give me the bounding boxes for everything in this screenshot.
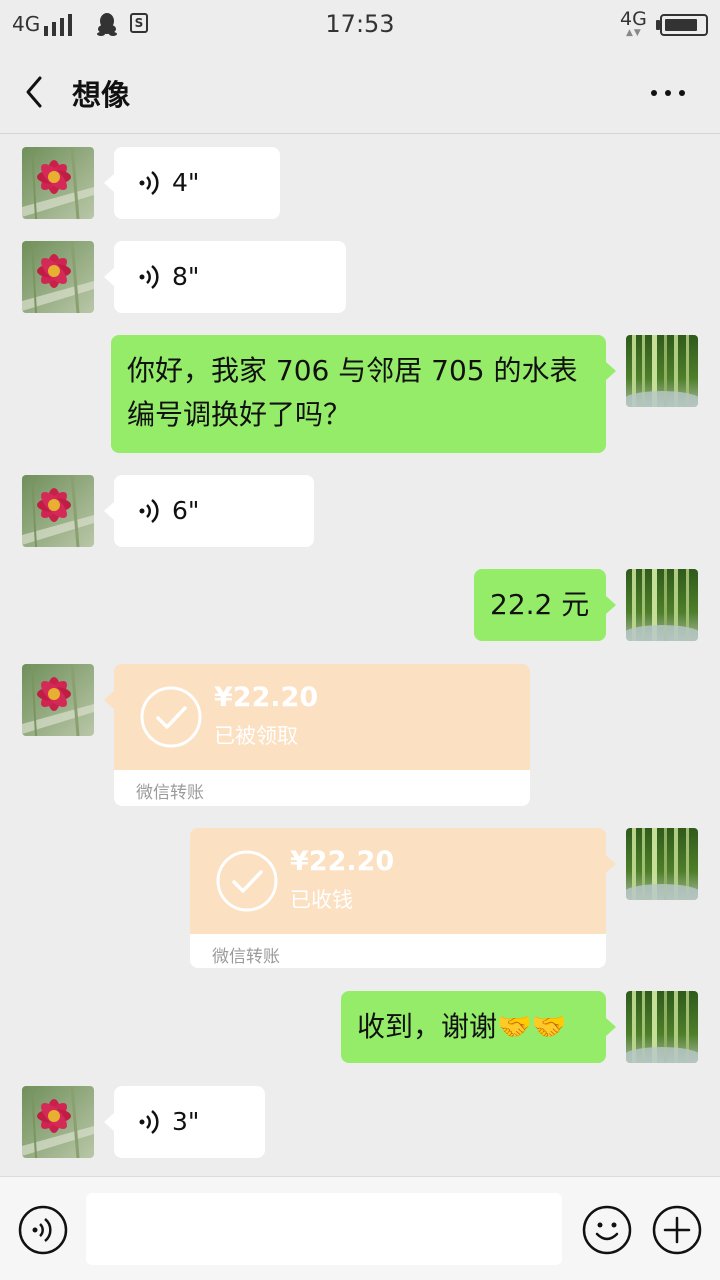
contact-avatar[interactable]: [22, 475, 94, 547]
chevron-left-icon[interactable]: [18, 72, 54, 112]
message-input[interactable]: [86, 1193, 562, 1265]
status-bar: 4G S 17:53 4G ▲▼: [0, 0, 720, 52]
clock: 17:53: [325, 10, 395, 38]
voice-toggle-icon[interactable]: [18, 1205, 68, 1255]
voice-duration: 3": [172, 1107, 200, 1136]
voice-duration: 8": [172, 262, 200, 291]
contact-avatar[interactable]: [22, 664, 94, 736]
more-dots-icon[interactable]: [646, 76, 690, 110]
text-message[interactable]: 22.2 元: [474, 569, 606, 641]
chat-header: 想像: [0, 52, 720, 134]
message-text: 你好，我家 706 与邻居 705 的水表编号调换好了吗？: [127, 354, 578, 431]
voice-wave-icon: [139, 265, 159, 289]
voice-wave-icon: [139, 499, 159, 523]
transfer-status: 已收钱: [290, 888, 353, 912]
text-message[interactable]: 你好，我家 706 与邻居 705 的水表编号调换好了吗？: [111, 335, 606, 453]
contact-avatar[interactable]: [22, 1086, 94, 1158]
battery-level: [665, 19, 697, 31]
text-message[interactable]: 收到，谢谢🤝🤝: [341, 991, 606, 1063]
chat-title: 想像: [72, 78, 131, 112]
check-circle-icon: [216, 850, 278, 912]
voice-message[interactable]: 8": [114, 241, 346, 313]
emoji-icon[interactable]: [582, 1205, 632, 1255]
voice-wave-icon: [139, 1110, 159, 1134]
voice-message[interactable]: 6": [114, 475, 314, 547]
transfer-card[interactable]: ¥22.20 已被领取 微信转账: [114, 664, 530, 806]
plus-icon[interactable]: [652, 1205, 702, 1255]
battery-icon: [660, 14, 708, 36]
voice-wave-icon: [139, 171, 159, 195]
voice-duration: 4": [172, 168, 200, 197]
transfer-amount: ¥22.20: [290, 846, 395, 877]
self-avatar[interactable]: [626, 335, 698, 407]
transfer-amount: ¥22.20: [214, 682, 319, 713]
transfer-label: 微信转账: [136, 783, 204, 803]
contact-avatar[interactable]: [22, 241, 94, 313]
voice-message[interactable]: 4": [114, 147, 280, 219]
voice-message[interactable]: 3": [114, 1086, 265, 1158]
data-arrows-icon: ▲▼: [626, 28, 642, 38]
transfer-card[interactable]: ¥22.20 已收钱 微信转账: [190, 828, 606, 968]
voice-duration: 6": [172, 496, 200, 525]
message-text: 22.2 元: [490, 588, 590, 621]
transfer-status: 已被领取: [214, 724, 298, 748]
network-type-right: 4G: [620, 8, 647, 30]
check-circle-icon: [140, 686, 202, 748]
self-avatar[interactable]: [626, 569, 698, 641]
self-avatar[interactable]: [626, 828, 698, 900]
message-text: 收到，谢谢🤝🤝: [357, 1010, 567, 1043]
self-avatar[interactable]: [626, 991, 698, 1063]
contact-avatar[interactable]: [22, 147, 94, 219]
input-bar: [0, 1176, 720, 1280]
transfer-label: 微信转账: [212, 947, 280, 967]
